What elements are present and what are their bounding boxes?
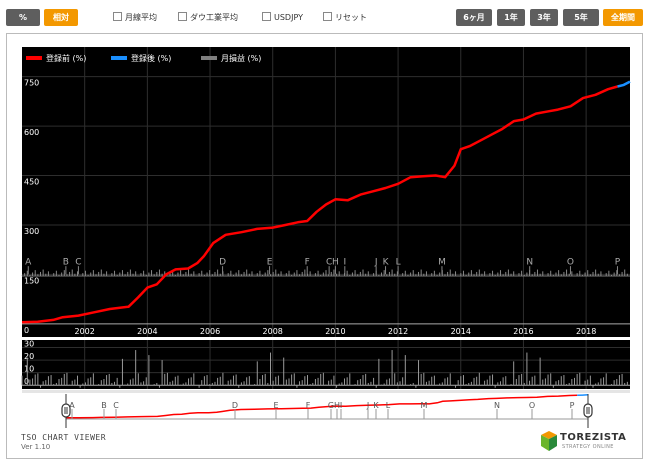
handle-grip-icon xyxy=(583,403,593,418)
x-tick-label: 2018 xyxy=(576,327,596,336)
main-chart-background xyxy=(22,47,630,337)
navigator-event-label: E xyxy=(273,401,278,410)
navigator-event-label: J xyxy=(366,401,369,410)
legend-swatch xyxy=(201,56,217,60)
y-tick-label: 150 xyxy=(24,276,39,285)
event-marker-label: L xyxy=(396,258,401,268)
event-marker-label: I xyxy=(343,258,346,268)
x-tick-label: 2012 xyxy=(388,327,408,336)
navigator-event-label: M xyxy=(421,401,428,410)
event-marker-label: J xyxy=(374,258,378,268)
monthly-y-tick-label: 10 xyxy=(24,365,34,374)
x-tick-label: 2002 xyxy=(75,327,95,336)
logo-mark-icon xyxy=(541,431,557,451)
navigator-event-label: P xyxy=(570,401,575,410)
event-marker-label: D xyxy=(219,258,226,268)
event-marker-label: M xyxy=(438,258,446,268)
navigator-right-handle[interactable] xyxy=(583,394,593,428)
event-marker-label: F xyxy=(305,258,310,268)
legend-swatch xyxy=(111,56,127,60)
y-tick-label: 450 xyxy=(24,178,39,187)
x-tick-label: 2004 xyxy=(137,327,157,336)
event-marker-label: N xyxy=(526,258,533,268)
y-tick-label: 600 xyxy=(24,128,39,137)
x-tick-label: 2014 xyxy=(451,327,471,336)
handle-grip-icon xyxy=(61,403,71,418)
viewer-title: TSO CHART VIEWER xyxy=(21,433,107,442)
monthly-y-tick-label: 20 xyxy=(24,352,34,361)
legend-label: 登録前 (%) xyxy=(46,53,86,63)
y-tick-label: 750 xyxy=(24,79,39,88)
event-marker-label: A xyxy=(25,258,32,268)
navigator-event-label: O xyxy=(529,401,535,410)
event-marker-label: O xyxy=(567,258,574,268)
navigator-event-label: F xyxy=(306,401,311,410)
y-tick-label: 300 xyxy=(24,227,39,236)
legend-label: 登録後 (%) xyxy=(131,53,171,63)
navigator-event-label: D xyxy=(232,401,238,410)
event-marker-label: P xyxy=(615,258,621,268)
navigator-left-handle[interactable] xyxy=(61,394,71,428)
y-tick-label: 0 xyxy=(24,326,29,335)
viewer-version: Ver 1.10 xyxy=(21,443,51,451)
logo-tagline: STRATEGY ONLINE xyxy=(562,444,614,450)
brand-logo[interactable]: TOREZISTA STRATEGY ONLINE xyxy=(540,430,640,455)
event-marker-label: E xyxy=(267,258,273,268)
event-marker-label: C xyxy=(75,258,81,268)
navigator-event-label: K xyxy=(373,401,379,410)
logo-name: TOREZISTA xyxy=(560,432,627,443)
legend-label: 月損益 (%) xyxy=(221,53,261,63)
x-tick-label: 2006 xyxy=(200,327,220,336)
legend-swatch xyxy=(26,56,42,60)
x-tick-label: 2010 xyxy=(325,327,345,336)
monthly-y-tick-label: 30 xyxy=(24,340,34,349)
chart-canvas[interactable]: 2002 2004 2006 2008 2010 2012 2014 2016 20180150… xyxy=(0,0,650,469)
navigator-event-label: L xyxy=(386,401,391,410)
navigator-line-after xyxy=(577,394,589,397)
navigator-event-label: N xyxy=(494,401,500,410)
navigator-event-label: C xyxy=(113,401,119,410)
navigator-event-label: I xyxy=(340,401,342,410)
navigator-event-label: B xyxy=(101,401,107,410)
event-marker-label: H xyxy=(332,258,339,268)
navigator-line xyxy=(66,394,578,419)
x-tick-label: 2016 xyxy=(513,327,533,336)
navigator-top-border xyxy=(22,390,630,393)
event-marker-label: B xyxy=(63,258,69,268)
x-tick-label: 2008 xyxy=(263,327,283,336)
